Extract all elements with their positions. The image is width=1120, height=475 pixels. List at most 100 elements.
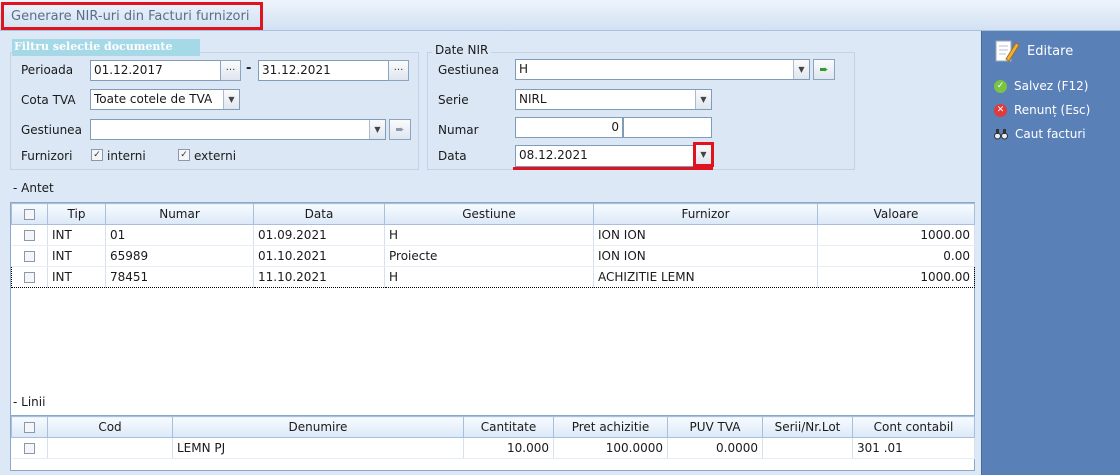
check-icon: ✓ bbox=[994, 79, 1007, 93]
antet-label: - Antet bbox=[13, 181, 54, 195]
cell-valoare: 1000.00 bbox=[817, 224, 975, 246]
nir-store-label: Gestiunea bbox=[438, 63, 499, 77]
antet-header-row: Tip Numar Data Gestiune Furnizor Valoare bbox=[11, 203, 975, 225]
period-separator: - bbox=[246, 61, 252, 76]
vat-select[interactable]: Toate cotele de TVA ▼ bbox=[90, 89, 240, 110]
table-row[interactable]: LEMN PJ 10.000 100.0000 0.0000 301 .01 bbox=[11, 437, 975, 459]
cell-furnizor: ION ION bbox=[593, 224, 818, 246]
number-label: Numar bbox=[438, 123, 479, 137]
filter-store-label: Gestiunea bbox=[21, 123, 82, 137]
linii-label: - Linii bbox=[13, 395, 46, 409]
cell-numar: 78451 bbox=[105, 266, 254, 288]
row-checkbox[interactable] bbox=[23, 251, 35, 262]
col-numar[interactable]: Numar bbox=[105, 203, 254, 225]
col-data[interactable]: Data bbox=[253, 203, 385, 225]
cell-tip: INT bbox=[47, 224, 106, 246]
linii-header-row: Cod Denumire Cantitate Pret achizitie PU… bbox=[11, 416, 975, 438]
cell-data: 01.09.2021 bbox=[253, 224, 385, 246]
arrow-right-icon: ➨ bbox=[395, 123, 405, 136]
row-checkbox[interactable] bbox=[23, 230, 35, 241]
nir-date-dropdown-button[interactable]: ▼ bbox=[693, 142, 714, 167]
select-all-header[interactable] bbox=[11, 416, 48, 438]
cell-furnizor: ACHIZITIE LEMN bbox=[593, 266, 818, 288]
date-label: Data bbox=[438, 149, 467, 163]
linii-grid[interactable]: Cod Denumire Cantitate Pret achizitie PU… bbox=[10, 415, 975, 471]
row-checkbox[interactable] bbox=[23, 443, 35, 454]
cell-valoare: 0.00 bbox=[817, 245, 975, 267]
cell-cod bbox=[47, 437, 173, 459]
filter-store-go-button[interactable]: ➨ bbox=[389, 119, 411, 140]
action-sidebar: Editare ✓ Salvez (F12) ✕ Renunț (Esc) Ca… bbox=[981, 31, 1120, 475]
cell-serii bbox=[762, 437, 853, 459]
table-row-selected[interactable]: INT 78451 11.10.2021 H ACHIZITIE LEMN 10… bbox=[11, 266, 975, 288]
antet-grid[interactable]: Tip Numar Data Gestiune Furnizor Valoare… bbox=[10, 202, 975, 418]
date-from-picker-button[interactable]: ··· bbox=[220, 60, 241, 81]
col-cont-contabil[interactable]: Cont contabil bbox=[852, 416, 975, 438]
date-highlight-underline bbox=[513, 167, 713, 170]
external-label: externi bbox=[194, 149, 237, 163]
col-tip[interactable]: Tip bbox=[47, 203, 106, 225]
close-icon: ✕ bbox=[994, 103, 1007, 117]
cell-numar: 01 bbox=[105, 224, 254, 246]
chevron-down-icon[interactable]: ▼ bbox=[793, 60, 809, 79]
edit-button[interactable]: Editare bbox=[994, 37, 1073, 65]
col-cantitate[interactable]: Cantitate bbox=[463, 416, 554, 438]
title-bar: Generare NIR-uri din Facturi furnizori bbox=[0, 0, 1120, 31]
series-select[interactable]: NIRL ▼ bbox=[515, 89, 712, 110]
cell-numar: 65989 bbox=[105, 245, 254, 267]
nir-store-go-button[interactable]: ➨ bbox=[813, 59, 835, 80]
select-all-checkbox[interactable] bbox=[24, 422, 35, 433]
external-checkbox[interactable]: ✓ bbox=[178, 149, 190, 161]
search-invoices-button[interactable]: Caut facturi bbox=[994, 127, 1086, 141]
cell-puv: 0.0000 bbox=[667, 437, 763, 459]
cell-tip: INT bbox=[47, 245, 106, 267]
arrow-right-icon: ➨ bbox=[819, 63, 829, 76]
date-to-input[interactable]: 31.12.2021 bbox=[258, 60, 389, 81]
cell-data: 11.10.2021 bbox=[253, 266, 385, 288]
number-input[interactable]: 0 bbox=[515, 117, 623, 138]
main-panel: Filtru selectie documente Perioada 01.12… bbox=[0, 31, 980, 475]
col-valoare[interactable]: Valoare bbox=[817, 203, 975, 225]
row-checkbox[interactable] bbox=[24, 272, 35, 283]
window-title: Generare NIR-uri din Facturi furnizori bbox=[1, 2, 263, 30]
cell-denumire: LEMN PJ bbox=[172, 437, 464, 459]
col-pret-achizitie[interactable]: Pret achizitie bbox=[553, 416, 668, 438]
edit-icon bbox=[995, 40, 1020, 62]
nir-store-select[interactable]: H ▼ bbox=[515, 59, 810, 80]
col-furnizor[interactable]: Furnizor bbox=[593, 203, 818, 225]
chevron-down-icon: ▼ bbox=[700, 150, 707, 159]
col-gestiune[interactable]: Gestiune bbox=[384, 203, 594, 225]
cell-valoare: 1000.00 bbox=[817, 266, 975, 288]
number-suffix-input[interactable] bbox=[623, 117, 712, 138]
select-all-header[interactable] bbox=[11, 203, 48, 225]
suppliers-label: Furnizori bbox=[21, 149, 73, 163]
cell-furnizor: ION ION bbox=[593, 245, 818, 267]
date-from-input[interactable]: 01.12.2017 bbox=[90, 60, 221, 81]
table-row[interactable]: INT 65989 01.10.2021 Proiecte ION ION 0.… bbox=[11, 245, 975, 267]
nir-legend: Date NIR bbox=[432, 43, 492, 57]
chevron-down-icon[interactable]: ▼ bbox=[695, 90, 711, 109]
cell-gestiune: H bbox=[384, 266, 594, 288]
cell-gestiune: Proiecte bbox=[384, 245, 594, 267]
cell-cantitate: 10.000 bbox=[463, 437, 554, 459]
save-button[interactable]: ✓ Salvez (F12) bbox=[994, 79, 1088, 93]
period-label: Perioada bbox=[21, 63, 74, 77]
binoculars-icon bbox=[994, 129, 1008, 140]
col-puv-tva[interactable]: PUV TVA bbox=[667, 416, 763, 438]
series-label: Serie bbox=[438, 93, 469, 107]
internal-checkbox[interactable]: ✓ bbox=[91, 149, 103, 161]
date-to-picker-button[interactable]: ··· bbox=[388, 60, 409, 81]
internal-label: interni bbox=[107, 149, 146, 163]
col-cod[interactable]: Cod bbox=[47, 416, 173, 438]
col-serii-lot[interactable]: Serii/Nr.Lot bbox=[762, 416, 853, 438]
filter-store-select[interactable]: ▼ bbox=[90, 119, 386, 140]
nir-date-input[interactable]: 08.12.2021 bbox=[515, 145, 711, 167]
chevron-down-icon[interactable]: ▼ bbox=[223, 90, 239, 109]
select-all-checkbox[interactable] bbox=[24, 209, 35, 220]
vat-label: Cota TVA bbox=[21, 93, 76, 107]
table-row[interactable]: INT 01 01.09.2021 H ION ION 1000.00 bbox=[11, 224, 975, 246]
chevron-down-icon[interactable]: ▼ bbox=[369, 120, 385, 139]
cell-pret: 100.0000 bbox=[553, 437, 668, 459]
col-denumire[interactable]: Denumire bbox=[172, 416, 464, 438]
cancel-button[interactable]: ✕ Renunț (Esc) bbox=[994, 103, 1090, 117]
